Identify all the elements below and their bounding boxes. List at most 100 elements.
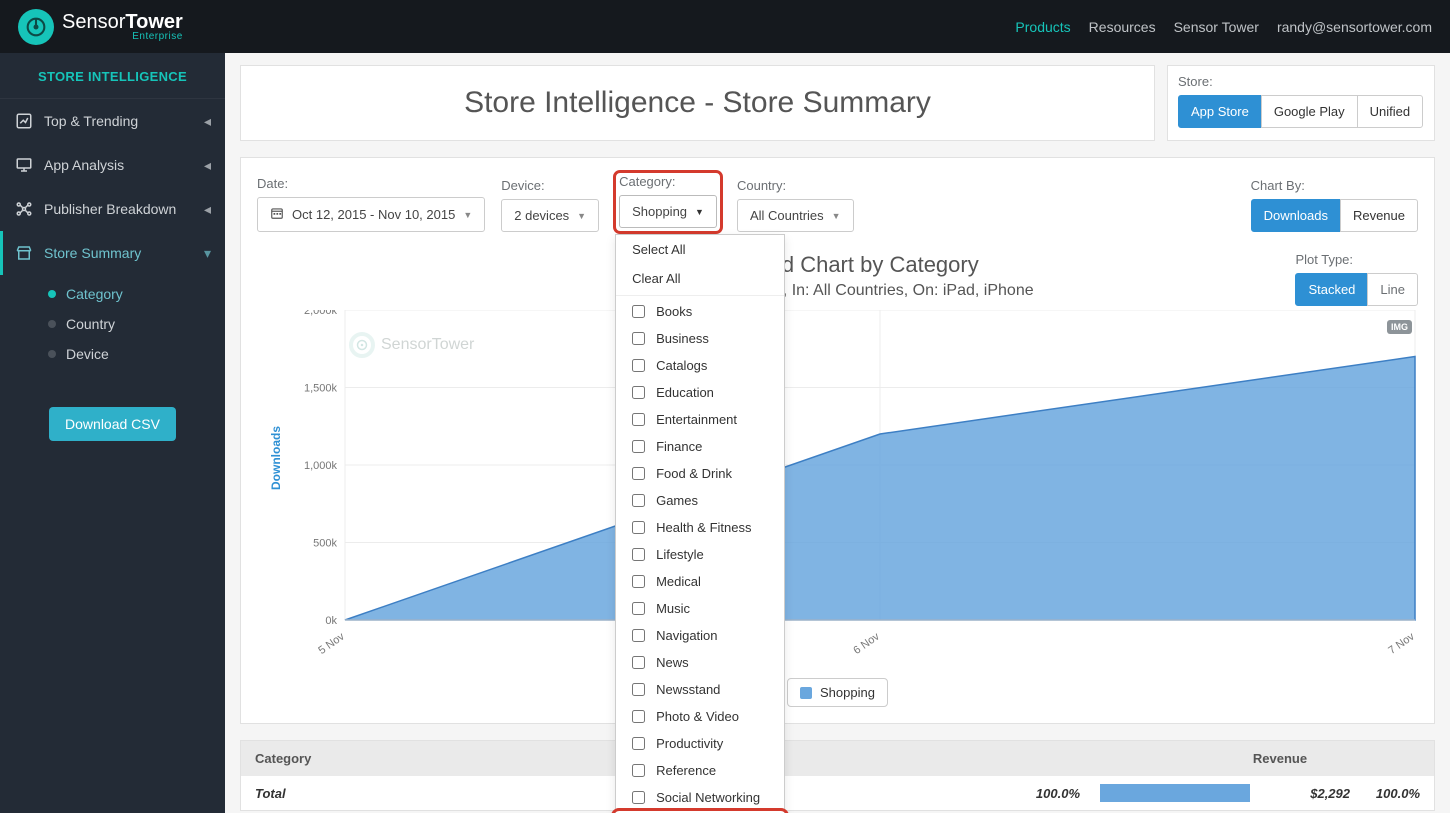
table-col-revenue: Revenue [1140,751,1420,766]
category-option[interactable]: Productivity [616,730,784,757]
category-checkbox[interactable] [632,575,645,588]
category-select-all[interactable]: Select All [616,235,784,264]
plot-type-stacked[interactable]: Stacked [1295,273,1368,306]
y-axis-label: Downloads [269,426,283,490]
svg-text:2,000k: 2,000k [304,310,338,317]
chartby-revenue[interactable]: Revenue [1340,199,1418,232]
category-checkbox[interactable] [632,791,645,804]
store-option-unified[interactable]: Unified [1357,95,1423,128]
category-option[interactable]: Lifestyle [616,541,784,568]
chartby-downloads[interactable]: Downloads [1251,199,1341,232]
country-value: All Countries [750,208,824,223]
category-option[interactable]: Photo & Video [616,703,784,730]
date-dropdown[interactable]: Oct 12, 2015 - Nov 10, 2015 ▼ [257,197,485,232]
category-option[interactable]: Newsstand [616,676,784,703]
store-option-google-play[interactable]: Google Play [1261,95,1358,128]
download-csv-button[interactable]: Download CSV [49,407,176,441]
category-checkbox[interactable] [632,440,645,453]
category-checkbox[interactable] [632,629,645,642]
sidebar-item-publisher-breakdown[interactable]: Publisher Breakdown ◂ [0,187,225,231]
store-option-app-store[interactable]: App Store [1178,95,1262,128]
category-option[interactable]: Business [616,325,784,352]
brand[interactable]: SensorTower Enterprise [18,9,183,45]
filter-label: Country: [737,178,854,193]
device-value: 2 devices [514,208,569,223]
table-header: Category Revenue [241,741,1434,776]
category-option-label: Music [656,601,690,616]
chart-header: Download Chart by Category Category: Sho… [257,252,1418,300]
caret-down-icon: ▼ [832,211,841,221]
category-checkbox[interactable] [632,386,645,399]
category-option[interactable]: Food & Drink [616,460,784,487]
sub-item-country[interactable]: Country [20,309,225,339]
category-option[interactable]: Games [616,487,784,514]
category-option[interactable]: Books [616,298,784,325]
table-row-bar [1100,784,1250,802]
category-option[interactable]: Finance [616,433,784,460]
category-option[interactable]: Entertainment [616,406,784,433]
country-dropdown[interactable]: All Countries ▼ [737,199,854,232]
category-option[interactable]: Reference [616,757,784,784]
category-option-label: Lifestyle [656,547,704,562]
caret-down-icon: ▼ [463,210,472,220]
svg-text:6 Nov: 6 Nov [851,630,882,657]
category-option[interactable]: Medical [616,568,784,595]
nav-products[interactable]: Products [1015,19,1070,35]
sub-item-device[interactable]: Device [20,339,225,369]
category-checkbox[interactable] [632,521,645,534]
category-option[interactable]: Health & Fitness [616,514,784,541]
category-option-label: Entertainment [656,412,737,427]
category-checkbox[interactable] [632,602,645,615]
category-option-label: Reference [656,763,716,778]
category-option[interactable]: Navigation [616,622,784,649]
category-checkbox[interactable] [632,332,645,345]
category-checkbox[interactable] [632,467,645,480]
summary-table: Category Revenue Total 100.0% $2,292 100… [240,740,1435,811]
category-option[interactable]: Catalogs [616,352,784,379]
sidebar-item-label: Top & Trending [44,113,138,129]
legend-item-shopping[interactable]: Shopping [787,678,888,707]
category-checkbox[interactable] [632,305,645,318]
sidebar: STORE INTELLIGENCE Top & Trending ◂ App … [0,53,225,813]
category-checkbox[interactable] [632,494,645,507]
nav-company[interactable]: Sensor Tower [1174,19,1259,35]
svg-text:500k: 500k [313,538,337,550]
sidebar-item-store-summary[interactable]: Store Summary ▾ [0,231,225,275]
chart-watermark: SensorTower [349,332,474,358]
filter-chart-by: Chart By: Downloads Revenue [1251,178,1418,232]
category-option[interactable]: Education [616,379,784,406]
sidebar-item-label: App Analysis [44,157,124,173]
sub-item-category[interactable]: Category [20,279,225,309]
sidebar-item-top-trending[interactable]: Top & Trending ◂ [0,99,225,143]
category-checkbox[interactable] [632,737,645,750]
legend-label: Shopping [820,685,875,700]
svg-text:1,500k: 1,500k [304,383,338,395]
filter-category: Category: Shopping ▼ Select All Clear Al… [615,172,721,232]
category-checkbox[interactable] [632,764,645,777]
nav-user-email[interactable]: randy@sensortower.com [1277,19,1432,35]
category-option-label: Newsstand [656,682,720,697]
category-checkbox[interactable] [632,548,645,561]
category-option[interactable]: Social Networking [616,784,784,811]
category-dropdown[interactable]: Shopping ▼ [619,195,717,228]
plot-type-line[interactable]: Line [1367,273,1418,306]
category-option-label: Food & Drink [656,466,732,481]
category-checkbox[interactable] [632,710,645,723]
category-checkbox[interactable] [632,359,645,372]
category-checkbox[interactable] [632,656,645,669]
nav-resources[interactable]: Resources [1089,19,1156,35]
category-checkbox[interactable] [632,413,645,426]
category-option[interactable]: News [616,649,784,676]
chart-title: Download Chart by Category [257,252,1418,278]
category-clear-all[interactable]: Clear All [616,264,784,293]
device-dropdown[interactable]: 2 devices ▼ [501,199,599,232]
export-image-button[interactable]: IMG [1387,320,1412,334]
category-checkbox[interactable] [632,683,645,696]
table-row-pct: 100.0% [990,786,1080,801]
category-option-label: Business [656,331,709,346]
category-option-label: Medical [656,574,701,589]
sidebar-item-app-analysis[interactable]: App Analysis ◂ [0,143,225,187]
svg-text:0k: 0k [325,615,337,627]
category-option-label: Health & Fitness [656,520,751,535]
category-option[interactable]: Music [616,595,784,622]
